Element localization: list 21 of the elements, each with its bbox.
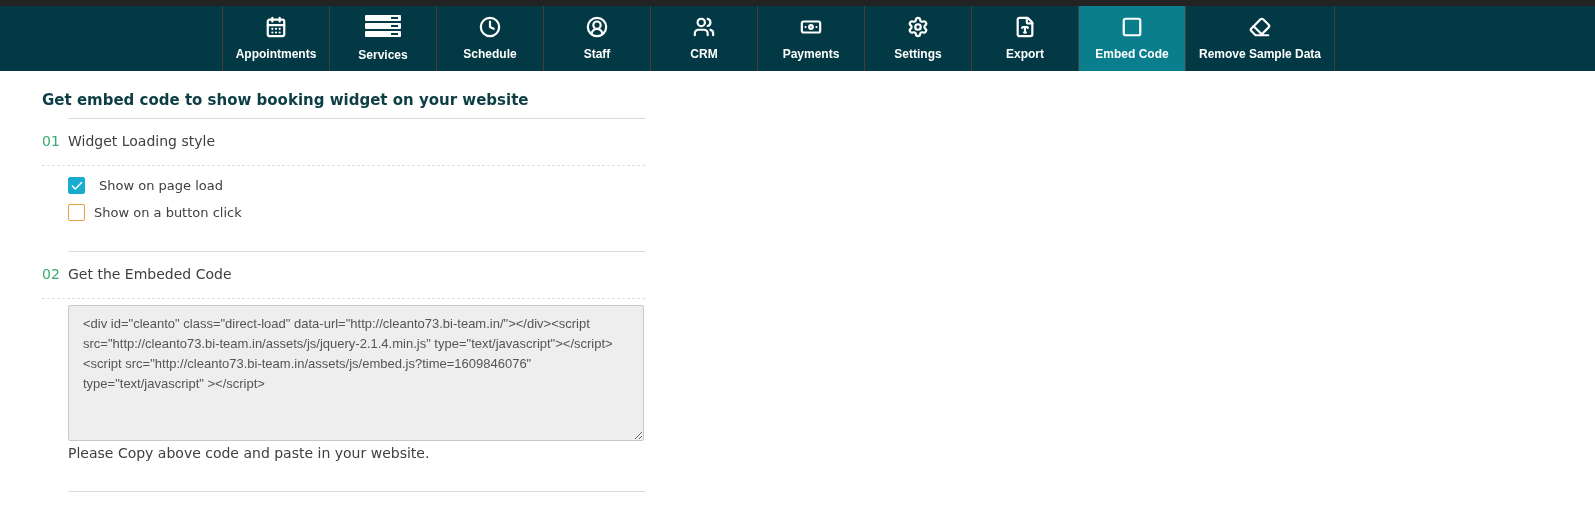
step-title: Get the Embeded Code (68, 266, 232, 282)
user-icon (586, 16, 608, 38)
eraser-icon (1249, 16, 1271, 38)
step-number: 02 (42, 266, 61, 282)
instruction-text: Please Copy above code and paste in your website. (68, 445, 431, 461)
server-icon (365, 15, 401, 39)
settings-icon (907, 16, 929, 38)
step-number: 01 (42, 133, 61, 149)
step-title: Widget Loading style (68, 133, 215, 149)
page-title: Get embed code to show booking widget on your website (42, 91, 530, 109)
checkbox[interactable] (68, 204, 85, 221)
checkbox[interactable] (68, 177, 85, 194)
calendar-icon (265, 16, 287, 38)
option-label: Show on a button click (94, 205, 242, 220)
code-field[interactable]: <div id="cleanto" class="direct-load" data-url="http://cleanto73.bi-team.in/"></div><script src="http://cleanto73.bi-team.in/assets/js/jquery-2.1.4.min.js" type="text/javascript"></script><script src="http://cleanto73.bi-team.in/assets/js/embed.js?time=1609846076" type="text/javascript" ></script> (68, 305, 644, 441)
option-label: Show on page load (99, 178, 223, 193)
nav-tab[interactable]: Embed Code (1078, 6, 1185, 71)
nav-tab[interactable]: Remove Sample Data (1185, 6, 1335, 71)
clock-icon (479, 16, 501, 38)
square-icon (1121, 16, 1143, 38)
users-icon (693, 16, 715, 38)
